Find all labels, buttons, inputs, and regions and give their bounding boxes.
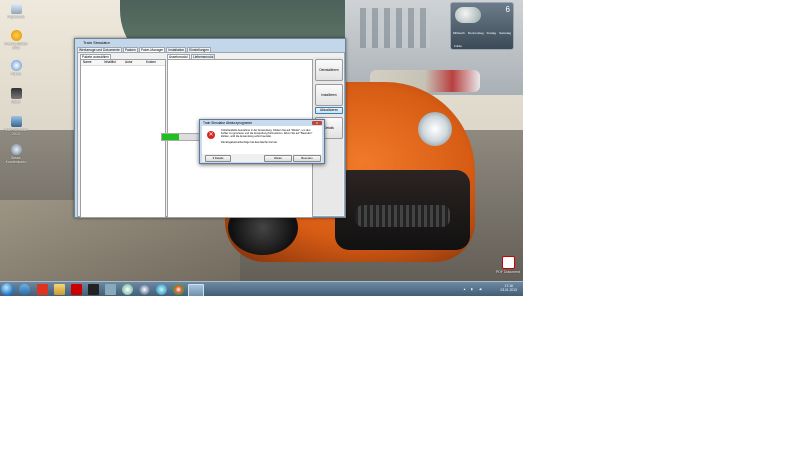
package-list-header: Name Inhaltlist Autor Kosten	[81, 60, 165, 66]
weather-gadget[interactable]: 6 Mittwoch Donnerstag Freitag Samstag Fu…	[450, 2, 514, 50]
tray-up-arrow-icon[interactable]: ▲	[463, 287, 466, 291]
clock-date: 03.01.2013	[500, 288, 517, 292]
desktop-icon-label: Daten	[11, 100, 21, 104]
desktop-icon-pdf[interactable]: PDF Dokument	[496, 256, 520, 274]
network-icon[interactable]: ▮	[471, 287, 473, 291]
freefly-icon	[10, 30, 22, 41]
dialog-content: ✕ Unbehandelte Ausnahme in der Anwendung…	[202, 126, 322, 154]
desktop-icon-label: Train Simulator 2013	[4, 128, 28, 136]
weather-temperature: 6	[505, 5, 510, 14]
recycle-bin-icon	[10, 3, 22, 14]
forecast-day: Donnerstag	[467, 31, 484, 35]
forecast-day: Mittwoch	[453, 31, 465, 35]
desktop-icon-label: Papierkorb	[7, 15, 25, 19]
window-titlebar[interactable]: Train Simulator	[75, 39, 345, 47]
dialog-quit-button[interactable]: Beenden	[293, 155, 321, 162]
taskbar-ie-icon[interactable]	[156, 284, 167, 295]
taskbar-clock[interactable]: 17:16 03.01.2013	[500, 284, 517, 292]
desktop-icon-freefly[interactable]: FreeFly-Büttün 2011	[4, 30, 28, 50]
taskbar-app-icon[interactable]	[105, 284, 116, 295]
column-header-name[interactable]: Name	[81, 60, 102, 65]
column-header-autor[interactable]: Autor	[123, 60, 144, 65]
taskbar-train-simulator-button[interactable]	[188, 284, 204, 296]
pdf-icon	[501, 256, 515, 269]
taskbar-chrome-icon[interactable]	[173, 284, 184, 295]
install-button[interactable]: Installieren	[315, 84, 343, 106]
taskbar-ie-icon[interactable]	[19, 284, 30, 295]
taskbar-app-icon[interactable]	[88, 284, 99, 295]
dialog-footer: ▾ Details Weiter Beenden	[202, 154, 322, 162]
wallpaper-car-headlight	[418, 112, 452, 146]
taskbar: ▲ ▮ ◀ 17:16 03.01.2013	[0, 281, 523, 296]
column-header-inhalt[interactable]: Inhaltlist	[102, 60, 123, 65]
train-simulator-icon	[10, 116, 22, 127]
desktop-icon-label: FreeFly-Büttün 2011	[4, 42, 28, 50]
desktop-icon-train-simulator[interactable]: Train Simulator 2013	[4, 116, 28, 136]
desktop-icon-label: Steam Kundenkonto	[5, 156, 27, 164]
system-tray: ▲ ▮ ◀ 17:16 03.01.2013	[461, 283, 521, 296]
dialog-message: Unbehandelte Ausnahme in der Anwendung. …	[221, 129, 313, 138]
desktop-icon-steam[interactable]: Steam Kundenkonto	[4, 144, 28, 164]
desktop: Papierkorb FreeFly-Büttün 2011 iTunes Da…	[0, 0, 523, 296]
taskbar-explorer-icon[interactable]	[54, 284, 65, 295]
column-header-kosten[interactable]: Kosten	[144, 60, 165, 65]
dialog-details-button[interactable]: ▾ Details	[205, 155, 231, 162]
wallpaper-building-windows	[360, 8, 430, 48]
progress-fill	[162, 134, 179, 140]
taskbar-adobe-icon[interactable]	[37, 284, 48, 295]
start-button[interactable]	[1, 283, 14, 296]
dialog-detail: Die Eingabezeichenfolge hat das falsche …	[221, 141, 278, 144]
taskbar-pdf-icon[interactable]	[71, 284, 82, 295]
package-list[interactable]: Name Inhaltlist Autor Kosten	[80, 59, 166, 218]
wallpaper-car-grill	[355, 205, 450, 227]
itunes-icon	[10, 60, 22, 71]
desktop-icon-daten[interactable]: Daten	[4, 88, 28, 104]
error-icon: ✕	[207, 131, 215, 139]
dialog-details-label: Details	[214, 156, 224, 160]
refresh-button[interactable]: Aktualisieren	[315, 107, 343, 114]
volume-icon[interactable]: ◀	[479, 287, 481, 291]
taskbar-steam-icon[interactable]	[139, 284, 150, 295]
dialog-continue-button[interactable]: Weiter	[264, 155, 292, 162]
weather-forecast: Mittwoch Donnerstag Freitag Samstag	[453, 31, 511, 35]
chevron-down-icon: ▾	[212, 156, 215, 160]
drive-icon	[10, 88, 22, 99]
forecast-day: Samstag	[499, 31, 511, 35]
dialog-title: Train Simulator Absturzprogramm	[203, 121, 253, 125]
error-dialog[interactable]: Train Simulator Absturzprogramm X ✕ Unbe…	[199, 119, 325, 164]
weather-city: Fulda	[454, 44, 462, 48]
desktop-icon-itunes[interactable]: iTunes	[4, 60, 28, 76]
desktop-icon-label: PDF Dokument	[496, 270, 520, 274]
desktop-icon-label: iTunes	[10, 72, 22, 76]
forecast-day: Freitag	[486, 31, 496, 35]
cloud-icon	[455, 7, 481, 23]
uninstall-button[interactable]: Deinstallieren	[315, 59, 343, 81]
steam-icon	[10, 144, 22, 155]
taskbar-media-icon[interactable]	[122, 284, 133, 295]
window-title: Train Simulator	[83, 40, 110, 45]
desktop-icon-recycle-bin[interactable]: Papierkorb	[4, 3, 28, 19]
dialog-close-button[interactable]: X	[312, 121, 322, 125]
